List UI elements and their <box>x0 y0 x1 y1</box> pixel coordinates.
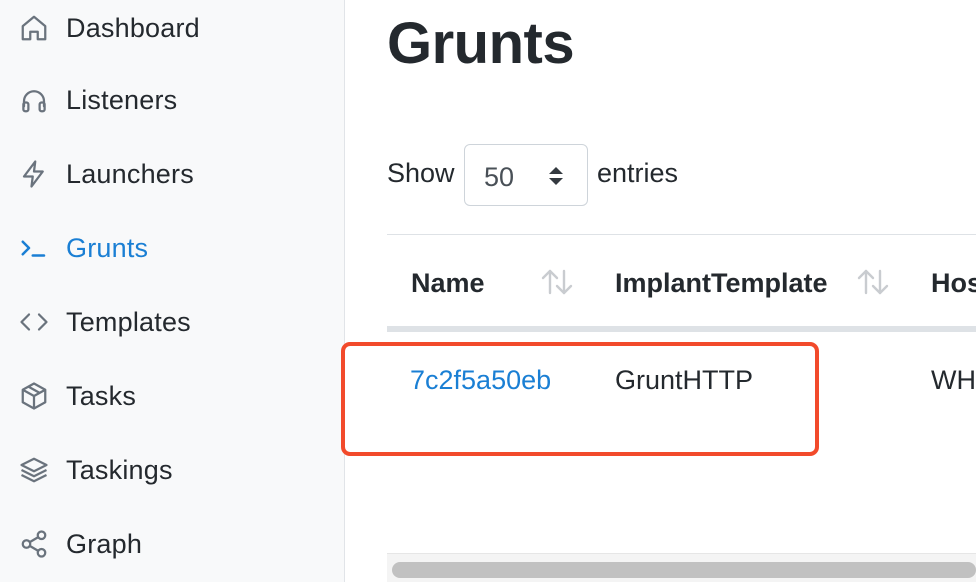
sidebar: Dashboard Listeners Launchers Grunts Tem… <box>0 0 345 582</box>
sidebar-item-taskings[interactable]: Taskings <box>0 442 344 498</box>
code-icon <box>19 307 49 337</box>
column-header-implant-template[interactable]: ImplantTemplate <box>615 267 828 299</box>
sidebar-item-label: Templates <box>66 306 191 337</box>
sidebar-item-graph[interactable]: Graph <box>0 516 344 572</box>
sort-icon[interactable] <box>540 268 574 296</box>
column-header-name[interactable]: Name <box>411 267 485 299</box>
highlight-annotation <box>341 342 819 456</box>
show-label: Show <box>387 158 455 188</box>
sort-icon[interactable] <box>856 268 890 296</box>
sidebar-item-label: Taskings <box>66 454 173 485</box>
entries-per-page-value: 50 <box>484 162 515 192</box>
scrollbar-thumb[interactable] <box>392 562 976 578</box>
share-icon <box>19 529 49 559</box>
sidebar-item-label: Grunts <box>66 232 149 263</box>
sidebar-item-templates[interactable]: Templates <box>0 294 344 350</box>
sidebar-item-label: Launchers <box>66 158 194 189</box>
home-icon <box>19 13 49 43</box>
sidebar-item-grunts[interactable]: Grunts <box>0 220 344 276</box>
package-icon <box>19 381 49 411</box>
sidebar-item-dashboard[interactable]: Dashboard <box>0 0 344 56</box>
entries-label: entries <box>597 158 679 188</box>
sidebar-item-launchers[interactable]: Launchers <box>0 146 344 202</box>
sidebar-item-listeners[interactable]: Listeners <box>0 72 344 128</box>
column-header-hostname[interactable]: Hos <box>931 267 976 299</box>
sidebar-item-label: Listeners <box>66 84 178 115</box>
lightning-icon <box>19 159 49 189</box>
page-title: Grunts <box>387 11 575 76</box>
terminal-icon <box>19 233 49 263</box>
headphones-icon <box>19 85 49 115</box>
sidebar-item-tasks[interactable]: Tasks <box>0 368 344 424</box>
select-arrows-icon <box>549 167 563 185</box>
entries-per-page-select[interactable]: 50 <box>464 144 588 206</box>
sidebar-item-label: Tasks <box>66 380 137 411</box>
sidebar-item-label: Dashboard <box>66 12 200 43</box>
grunt-hostname: WH <box>931 365 976 395</box>
sidebar-item-label: Graph <box>66 528 143 559</box>
table-head-border <box>387 326 976 332</box>
table-top-border <box>387 234 976 235</box>
layers-icon <box>19 455 49 485</box>
